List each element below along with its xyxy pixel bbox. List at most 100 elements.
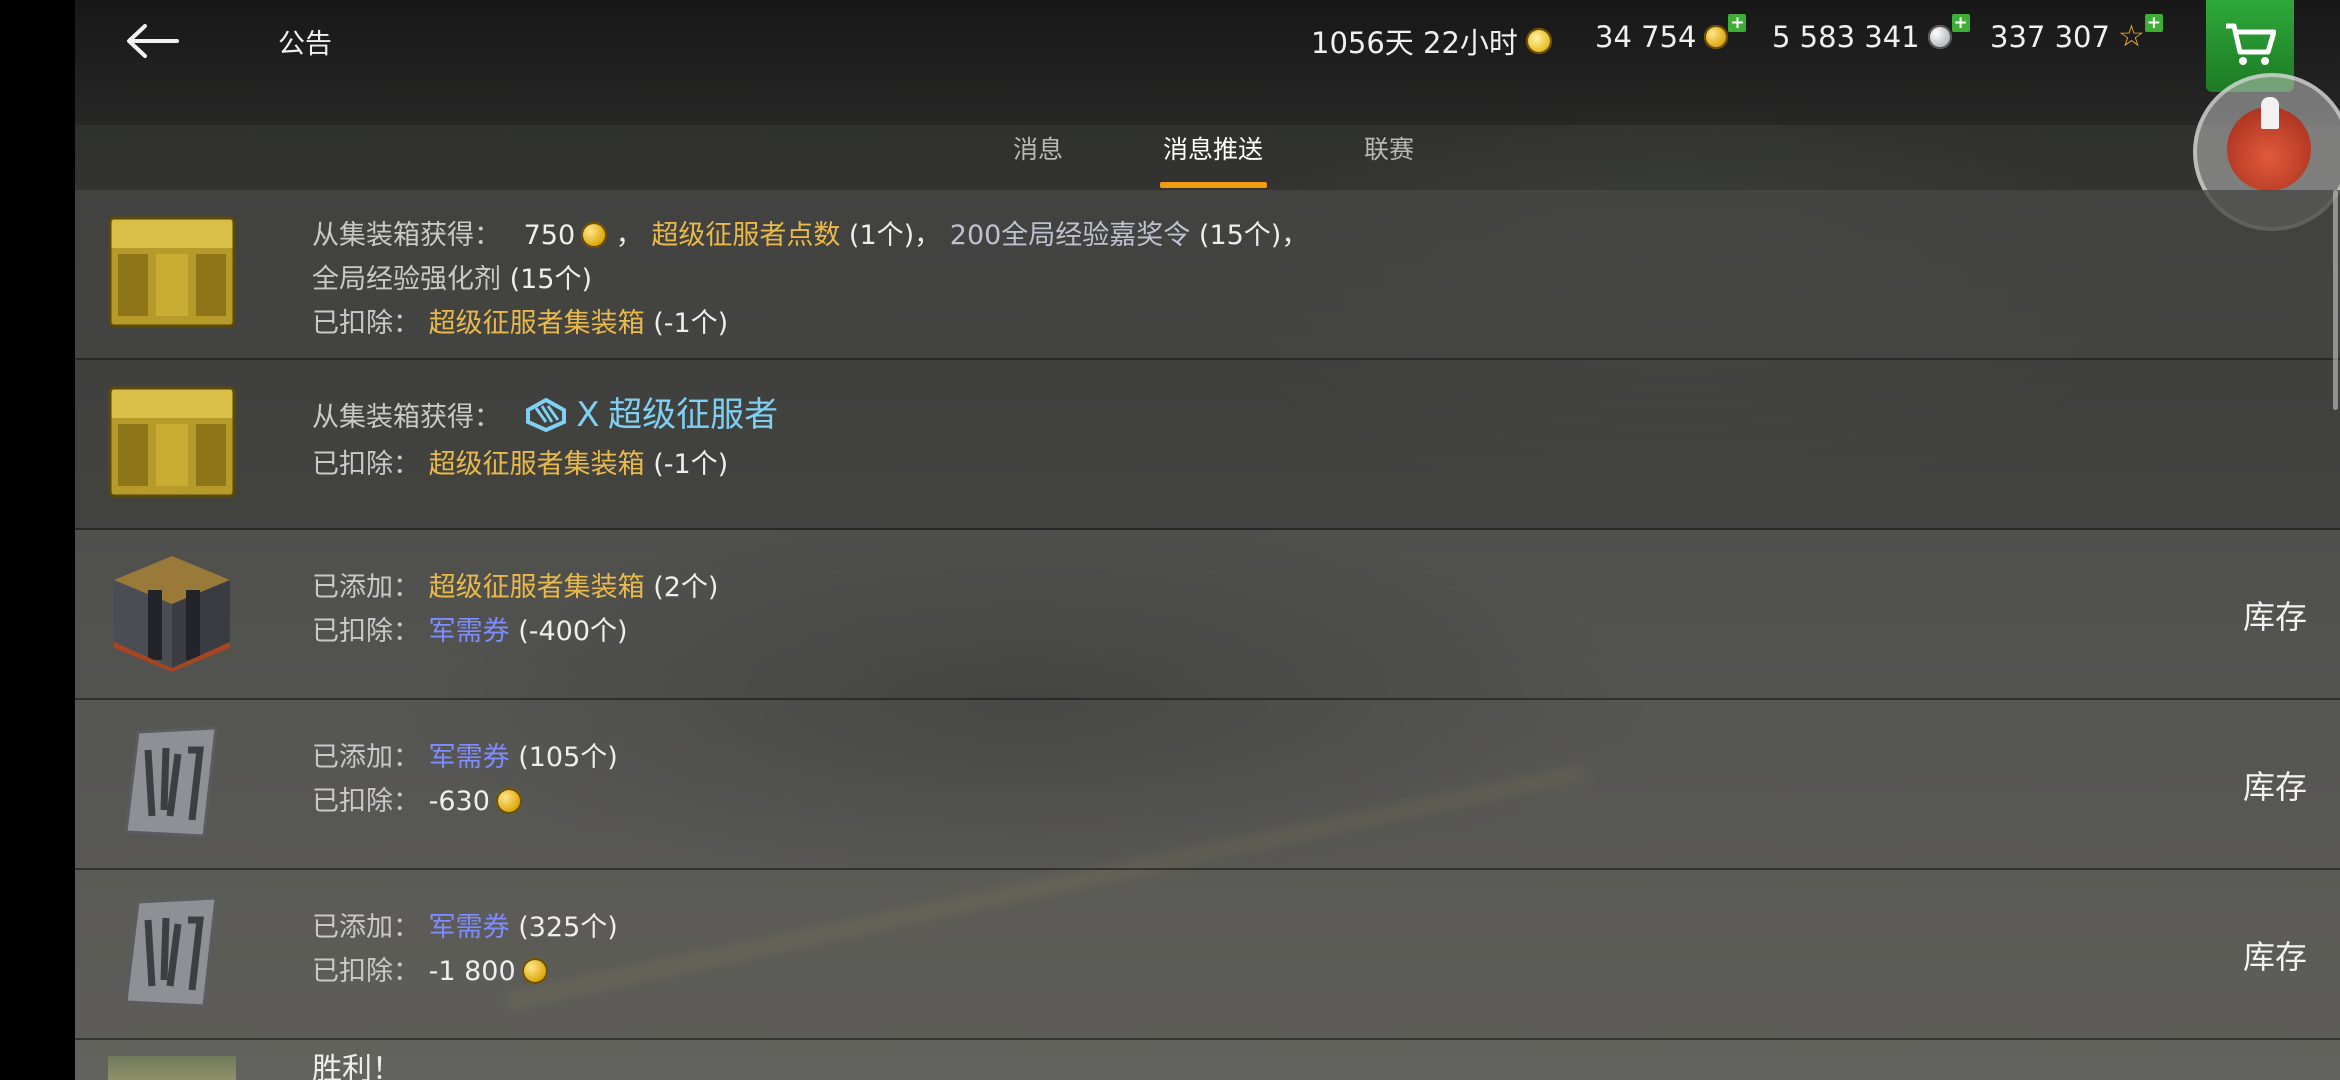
left-black-bar — [0, 0, 75, 1080]
credits-stat[interactable]: 5 583 341 + — [1772, 14, 1978, 54]
added-item-name: 军需券 — [428, 742, 510, 773]
free-xp-stat[interactable]: 337 307 ☆ + — [1990, 14, 2171, 54]
voucher-icon — [124, 896, 218, 1008]
separator: ， — [914, 220, 942, 251]
message-line: 全局经验强化剂 (15个) — [312, 258, 1308, 302]
message-list: 从集装箱获得： 750 ， 超级征服者点数 (1个)， 200全局经验嘉奖令 (… — [75, 190, 2340, 1080]
deducted-gold-amount: -630 — [428, 786, 490, 817]
message-line: 已扣除： 军需券 (-400个) — [312, 610, 718, 654]
deducted-quantity: (-400个) — [518, 616, 628, 647]
premium-time-stat[interactable]: 1056天 22小时 — [1311, 20, 1552, 62]
deducted-label: 已扣除： — [312, 956, 420, 987]
premium-time-value: 1056天 22小时 — [1311, 26, 1518, 60]
deducted-label: 已扣除： — [312, 449, 420, 480]
tab-bar: 消息 消息推送 联赛 — [75, 130, 2340, 190]
message-line: 已扣除： -1 800 — [312, 950, 618, 994]
deducted-item-name: 超级征服者集装箱 — [428, 449, 645, 480]
page-title: 公告 — [278, 29, 332, 60]
message-text: 已添加： 军需券 (325个) 已扣除： -1 800 — [312, 906, 618, 994]
gold-amount: 750 — [523, 220, 576, 251]
deducted-label: 已扣除： — [312, 616, 420, 647]
shopping-cart-icon — [2226, 23, 2276, 65]
list-scrollbar[interactable] — [2333, 190, 2338, 410]
announcement-screen: 公告 1056天 22小时 34 754 + 5 583 341 + 337 3… — [75, 0, 2340, 1080]
tank-tier: X — [576, 395, 600, 435]
separator: ， — [615, 220, 643, 251]
deducted-item-name: 军需券 — [428, 616, 510, 647]
message-line: 已添加： 超级征服者集装箱 (2个) — [312, 566, 718, 610]
added-label: 已添加： — [312, 912, 420, 943]
message-text: 已添加： 超级征服者集装箱 (2个) 已扣除： 军需券 (-400个) — [312, 566, 718, 654]
list-item[interactable]: 已添加： 军需券 (105个) 已扣除： -630 库存 — [75, 700, 2340, 870]
added-quantity: (2个) — [653, 572, 719, 603]
gold-container-icon — [108, 386, 236, 498]
message-text: 从集装箱获得： 750 ， 超级征服者点数 (1个)， 200全局经验嘉奖令 (… — [312, 214, 1308, 346]
voucher-icon — [124, 726, 218, 838]
battle-result-thumbnail — [108, 1056, 236, 1080]
add-credits-icon[interactable]: + — [1951, 14, 1970, 32]
separator: ， — [1281, 220, 1309, 251]
reward-quantity: (15个) — [509, 264, 593, 295]
added-quantity: (105个) — [518, 742, 618, 773]
star-icon: ☆ — [2117, 19, 2145, 54]
gold-coin-icon — [1704, 25, 1729, 49]
inventory-button[interactable]: 库存 — [2243, 592, 2307, 638]
silver-coin-icon — [1927, 25, 1952, 49]
obtained-label: 从集装箱获得： — [312, 402, 501, 433]
gold-container-icon — [108, 216, 236, 328]
list-item[interactable]: 已添加： 军需券 (325个) 已扣除： -1 800 库存 — [75, 870, 2340, 1040]
added-item-name: 军需券 — [428, 912, 510, 943]
obtained-label: 从集装箱获得： — [312, 220, 501, 251]
message-line: 从集装箱获得： X 超级征服者 — [312, 390, 778, 443]
top-bar: 公告 1056天 22小时 34 754 + 5 583 341 + 337 3… — [75, 0, 2340, 125]
gold-coin-icon — [521, 958, 548, 984]
deducted-gold-amount: -1 800 — [428, 956, 516, 987]
message-line: 已添加： 军需券 (105个) — [312, 736, 618, 780]
active-tab-indicator — [1160, 182, 1267, 188]
list-item[interactable]: 从集装箱获得： 750 ， 超级征服者点数 (1个)， 200全局经验嘉奖令 (… — [75, 190, 2340, 360]
inventory-button[interactable]: 库存 — [2243, 932, 2307, 978]
back-arrow-icon[interactable] — [123, 18, 179, 64]
gold-value: 34 754 — [1595, 20, 1697, 54]
message-line: 已扣除： 超级征服者集装箱 (-1个) — [312, 302, 1308, 346]
free-xp-value: 337 307 — [1990, 20, 2110, 54]
message-title: 胜利！ — [312, 1052, 402, 1080]
message-text: 从集装箱获得： X 超级征服者 已扣除： 超级征服者集装箱 (-1个) — [312, 390, 778, 487]
deducted-label: 已扣除： — [312, 786, 420, 817]
deducted-label: 已扣除： — [312, 308, 420, 339]
tab-league[interactable]: 联赛 — [1364, 130, 1414, 166]
premium-account-icon — [1525, 28, 1552, 54]
reward-item-name: 全局经验强化剂 — [312, 264, 501, 295]
list-item[interactable]: 从集装箱获得： X 超级征服者 已扣除： 超级征服者集装箱 (-1个) — [75, 360, 2340, 530]
add-xp-icon[interactable]: + — [2144, 14, 2163, 32]
message-line: 从集装箱获得： 750 ， 超级征服者点数 (1个)， 200全局经验嘉奖令 (… — [312, 214, 1308, 258]
tank-class-icon — [525, 397, 566, 433]
deducted-item-name: 超级征服者集装箱 — [428, 308, 645, 339]
message-text: 已添加： 军需券 (105个) 已扣除： -630 — [312, 736, 618, 824]
deducted-quantity: (-1个) — [653, 449, 729, 480]
deducted-quantity: (-1个) — [653, 308, 729, 339]
gold-coin-icon — [495, 788, 522, 814]
reward-item-name: 超级征服者点数 — [651, 220, 841, 251]
gold-coin-icon — [581, 222, 608, 248]
credits-value: 5 583 341 — [1772, 20, 1920, 54]
tab-message-push[interactable]: 消息推送 — [1163, 130, 1263, 166]
container-icon — [114, 556, 230, 672]
list-item[interactable]: 胜利！ — [75, 1040, 2340, 1080]
add-gold-icon[interactable]: + — [1728, 14, 1747, 32]
reward-quantity: (1个) — [848, 220, 915, 251]
message-line: 已扣除： 超级征服者集装箱 (-1个) — [312, 443, 778, 487]
assistant-knife-icon — [2261, 97, 2279, 129]
added-label: 已添加： — [312, 742, 420, 773]
message-text: 胜利！ — [312, 1048, 402, 1080]
added-item-name: 超级征服者集装箱 — [428, 572, 645, 603]
message-line: 已添加： 军需券 (325个) — [312, 906, 618, 950]
message-line: 已扣除： -630 — [312, 780, 618, 824]
reward-quantity: (15个) — [1198, 220, 1282, 251]
tab-messages[interactable]: 消息 — [1013, 130, 1063, 166]
gold-stat[interactable]: 34 754 + — [1595, 14, 1754, 54]
added-label: 已添加： — [312, 572, 420, 603]
tank-name: 超级征服者 — [608, 395, 779, 435]
list-item[interactable]: 已添加： 超级征服者集装箱 (2个) 已扣除： 军需券 (-400个) 库存 — [75, 530, 2340, 700]
inventory-button[interactable]: 库存 — [2243, 762, 2307, 808]
